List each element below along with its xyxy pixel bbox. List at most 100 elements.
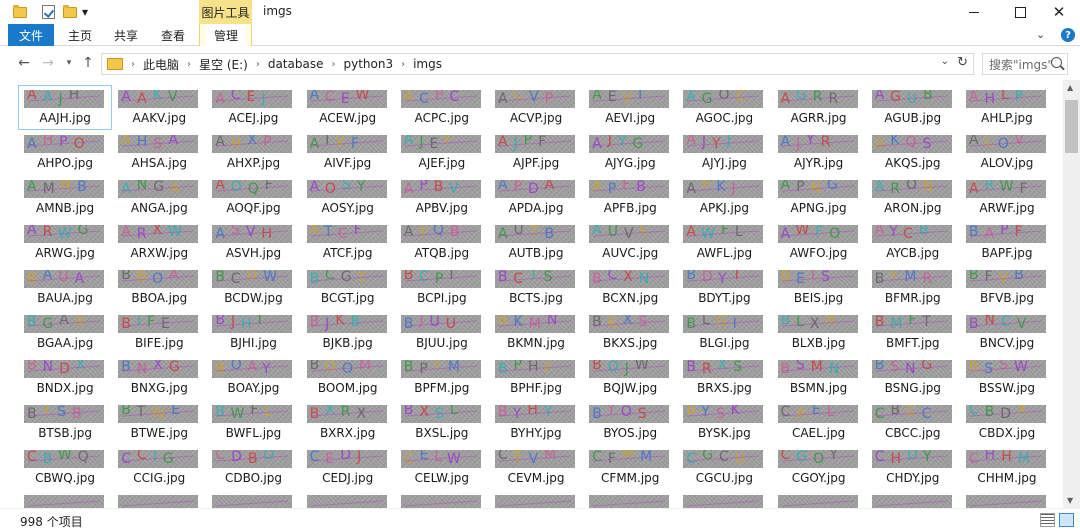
- file-item[interactable]: BPHF BPHF.jpg: [489, 355, 583, 400]
- file-item[interactable]: BSMN BSMN.jpg: [772, 355, 866, 400]
- file-item[interactable]: AOSY AOSY.jpg: [301, 175, 395, 220]
- breadcrumb-python3[interactable]: python3: [343, 57, 393, 71]
- file-item[interactable]: BMFT BMFT.jpg: [866, 310, 960, 355]
- file-item[interactable]: APBV APBV.jpg: [395, 175, 489, 220]
- file-item[interactable]: ACEW ACEW.jpg: [301, 85, 395, 130]
- file-item[interactable]: AAKV AAKV.jpg: [112, 85, 206, 130]
- file-item[interactable]: BCPI BCPI.jpg: [395, 265, 489, 310]
- file-item[interactable]: APKJ APKJ.jpg: [677, 175, 771, 220]
- file-item[interactable]: CHDY CHDY.jpg: [866, 445, 960, 490]
- file-item[interactable]: APDA APDA.jpg: [489, 175, 583, 220]
- breadcrumb-imgs[interactable]: imgs: [413, 57, 442, 71]
- file-item[interactable]: APFB APFB.jpg: [583, 175, 677, 220]
- file-item[interactable]: ARXW ARXW.jpg: [112, 220, 206, 265]
- file-item[interactable]: AJYR AJYR.jpg: [772, 130, 866, 175]
- file-item[interactable]: AMNB AMNB.jpg: [18, 175, 112, 220]
- recent-locations-icon[interactable]: ▾: [63, 54, 75, 72]
- file-item[interactable]: BKXS BKXS.jpg: [583, 310, 677, 355]
- file-item-partial[interactable]: [301, 490, 395, 508]
- file-item[interactable]: BRXS BRXS.jpg: [677, 355, 771, 400]
- file-item[interactable]: CHHM CHHM.jpg: [960, 445, 1054, 490]
- file-item[interactable]: AJYJ AJYJ.jpg: [677, 130, 771, 175]
- file-item[interactable]: BTWE BTWE.jpg: [112, 400, 206, 445]
- tab-view[interactable]: 查看: [155, 24, 191, 46]
- file-item[interactable]: AYCB AYCB.jpg: [866, 220, 960, 265]
- file-item[interactable]: CELW CELW.jpg: [395, 445, 489, 490]
- file-item[interactable]: CBWQ CBWQ.jpg: [18, 445, 112, 490]
- file-item[interactable]: BEIS BEIS.jpg: [772, 265, 866, 310]
- file-item[interactable]: AJPF AJPF.jpg: [489, 130, 583, 175]
- file-item[interactable]: AAJH AAJH.jpg: [18, 85, 113, 130]
- file-item[interactable]: BLGI BLGI.jpg: [677, 310, 771, 355]
- file-item[interactable]: BKMN BKMN.jpg: [489, 310, 583, 355]
- file-item[interactable]: ASVH ASVH.jpg: [206, 220, 300, 265]
- file-item[interactable]: BJKB BJKB.jpg: [301, 310, 395, 355]
- file-item[interactable]: CCIG CCIG.jpg: [112, 445, 206, 490]
- file-item[interactable]: ACVP ACVP.jpg: [489, 85, 583, 130]
- file-item[interactable]: AUVC AUVC.jpg: [583, 220, 677, 265]
- file-item[interactable]: AWFL AWFL.jpg: [677, 220, 771, 265]
- file-item[interactable]: BDYT BDYT.jpg: [677, 265, 771, 310]
- file-item[interactable]: CAEL CAEL.jpg: [772, 400, 866, 445]
- file-item[interactable]: BGAA BGAA.jpg: [18, 310, 112, 355]
- file-item-partial[interactable]: [18, 490, 112, 508]
- folder-icon[interactable]: [13, 3, 27, 21]
- file-item[interactable]: BCGT BCGT.jpg: [301, 265, 395, 310]
- file-item[interactable]: ATQB ATQB.jpg: [395, 220, 489, 265]
- minimize-button[interactable]: [951, 0, 997, 24]
- picture-tools-tab[interactable]: 图片工具: [199, 0, 252, 24]
- file-item[interactable]: AGOC AGOC.jpg: [677, 85, 771, 130]
- file-item-partial[interactable]: [772, 490, 866, 508]
- address-dropdown-icon[interactable]: ⌄: [941, 56, 949, 67]
- tab-share[interactable]: 共享: [108, 24, 144, 46]
- file-item[interactable]: ACEJ ACEJ.jpg: [206, 85, 300, 130]
- file-item[interactable]: BQJW BQJW.jpg: [583, 355, 677, 400]
- forward-arrow-icon[interactable]: →: [40, 54, 56, 72]
- file-item[interactable]: BSNG BSNG.jpg: [866, 355, 960, 400]
- file-item[interactable]: CGOY CGOY.jpg: [772, 445, 866, 490]
- address-bar[interactable]: › 此电脑 › 星空 (E:) › database › python3 › i…: [101, 53, 974, 75]
- file-item-partial[interactable]: [489, 490, 583, 508]
- file-item-partial[interactable]: [112, 490, 206, 508]
- file-item[interactable]: ARON ARON.jpg: [866, 175, 960, 220]
- file-item[interactable]: BCDW BCDW.jpg: [206, 265, 300, 310]
- file-item[interactable]: CEDJ CEDJ.jpg: [301, 445, 395, 490]
- properties-icon[interactable]: [42, 3, 55, 21]
- tab-file[interactable]: 文件: [8, 24, 54, 46]
- file-item[interactable]: BJUU BJUU.jpg: [395, 310, 489, 355]
- file-item[interactable]: BTSB BTSB.jpg: [18, 400, 112, 445]
- file-item[interactable]: AHLP AHLP.jpg: [960, 85, 1054, 130]
- file-item[interactable]: BNDX BNDX.jpg: [18, 355, 112, 400]
- file-item[interactable]: CBCC CBCC.jpg: [866, 400, 960, 445]
- file-item[interactable]: BFMR BFMR.jpg: [866, 265, 960, 310]
- file-item-partial[interactable]: [960, 490, 1054, 508]
- file-item[interactable]: CBDX CBDX.jpg: [960, 400, 1054, 445]
- back-arrow-icon[interactable]: ←: [16, 54, 32, 72]
- file-item[interactable]: AJEF AJEF.jpg: [395, 130, 489, 175]
- up-arrow-icon[interactable]: ↑: [80, 54, 96, 72]
- file-item[interactable]: ARWG ARWG.jpg: [18, 220, 112, 265]
- file-item[interactable]: APNG APNG.jpg: [772, 175, 866, 220]
- refresh-icon[interactable]: ↻: [957, 55, 968, 70]
- file-item[interactable]: AGUB AGUB.jpg: [866, 85, 960, 130]
- file-item[interactable]: BWFL BWFL.jpg: [206, 400, 300, 445]
- file-item[interactable]: AEVI AEVI.jpg: [583, 85, 677, 130]
- file-item[interactable]: AHXP AHXP.jpg: [206, 130, 300, 175]
- file-item[interactable]: BXSL BXSL.jpg: [395, 400, 489, 445]
- file-item[interactable]: BNCV BNCV.jpg: [960, 310, 1054, 355]
- file-item[interactable]: BLXB BLXB.jpg: [772, 310, 866, 355]
- file-item[interactable]: BYOS BYOS.jpg: [583, 400, 677, 445]
- file-item[interactable]: ACPC ACPC.jpg: [395, 85, 489, 130]
- file-item[interactable]: AWFO AWFO.jpg: [772, 220, 866, 265]
- breadcrumb-drive[interactable]: 星空 (E:): [199, 56, 248, 73]
- file-item[interactable]: BAUA BAUA.jpg: [18, 265, 112, 310]
- file-item[interactable]: BIFE BIFE.jpg: [112, 310, 206, 355]
- file-item[interactable]: ALOV ALOV.jpg: [960, 130, 1054, 175]
- file-item[interactable]: BCXN BCXN.jpg: [583, 265, 677, 310]
- file-item-partial[interactable]: [395, 490, 489, 508]
- file-item[interactable]: BJHI BJHI.jpg: [206, 310, 300, 355]
- file-item[interactable]: BAPF BAPF.jpg: [960, 220, 1054, 265]
- scrollbar-thumb[interactable]: [1065, 100, 1078, 153]
- file-item[interactable]: BCTS BCTS.jpg: [489, 265, 583, 310]
- file-item[interactable]: BFVB BFVB.jpg: [960, 265, 1054, 310]
